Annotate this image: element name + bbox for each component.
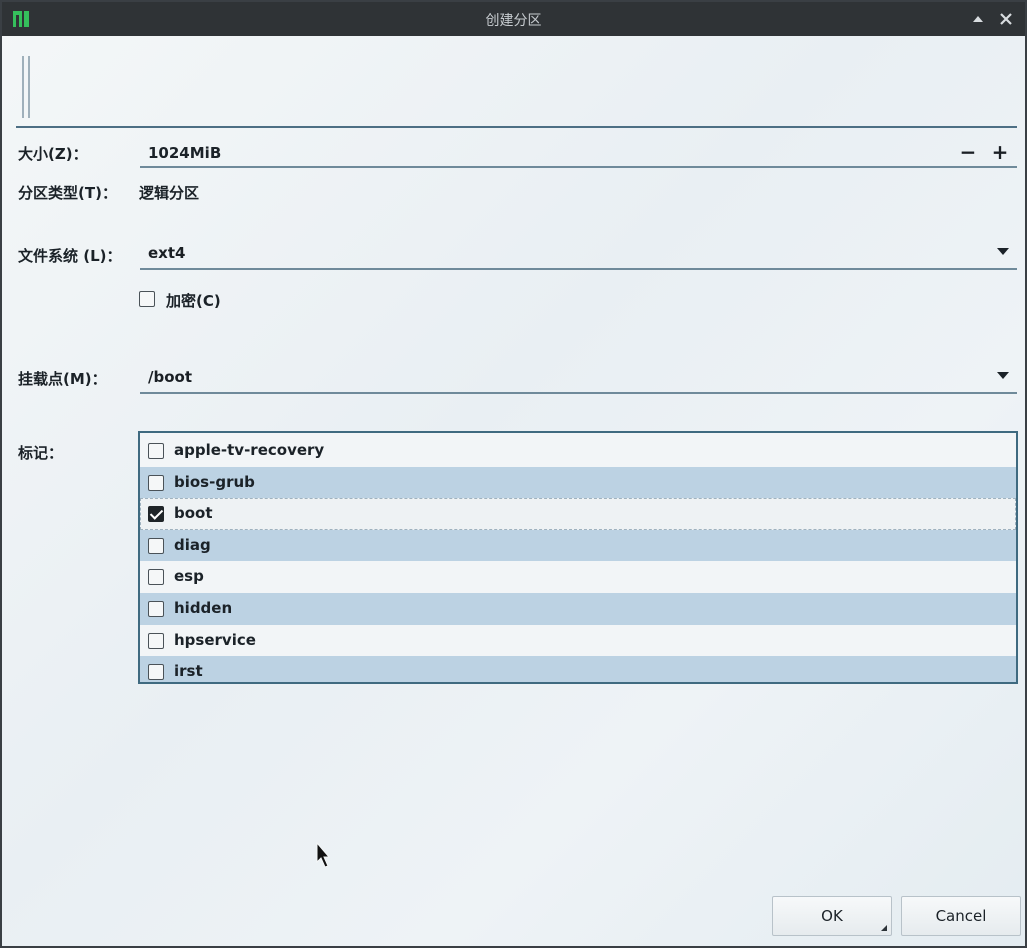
list-item[interactable]: esp xyxy=(140,561,1016,593)
flag-label: apple-tv-recovery xyxy=(174,441,325,459)
flag-checkbox[interactable] xyxy=(148,537,164,554)
flags-label: 标记： xyxy=(18,444,64,462)
partition-type-value: 逻辑分区 xyxy=(139,184,200,202)
list-item[interactable]: diag xyxy=(140,529,1016,562)
close-button[interactable] xyxy=(995,8,1017,30)
mouse-pointer-icon xyxy=(316,842,330,868)
size-input[interactable]: 1024MiB xyxy=(148,144,221,162)
filesystem-combobox[interactable]: ext4 xyxy=(140,238,1017,270)
size-input-underline xyxy=(140,166,1017,168)
chevron-down-icon xyxy=(997,372,1009,379)
filesystem-value: ext4 xyxy=(148,244,186,262)
mountpoint-combobox[interactable]: /boot xyxy=(140,362,1017,394)
size-increase-button[interactable]: + xyxy=(990,142,1010,162)
mountpoint-value: /boot xyxy=(148,368,192,386)
encrypt-label[interactable]: 加密(C) xyxy=(166,290,221,311)
flag-checkbox[interactable] xyxy=(148,443,164,459)
flag-checkbox[interactable] xyxy=(148,601,164,617)
list-item[interactable]: apple-tv-recovery xyxy=(140,435,1016,467)
list-item[interactable]: hidden xyxy=(140,593,1016,625)
filesystem-label: 文件系统 (L)： xyxy=(18,247,122,265)
flag-label: diag xyxy=(174,535,211,554)
list-item[interactable]: hpservice xyxy=(140,625,1016,657)
cancel-button-label: Cancel xyxy=(935,907,987,925)
maximize-button[interactable] xyxy=(967,8,989,30)
partition-type-label: 分区类型(T)： xyxy=(18,184,117,202)
flag-checkbox[interactable] xyxy=(148,569,164,586)
title-bar: 创建分区 xyxy=(2,2,1025,36)
window-title: 创建分区 xyxy=(485,13,542,29)
create-partition-dialog: 创建分区 大小(Z)： 1024MiB − + 分区类型(T)： 逻辑分区 文件… xyxy=(0,0,1027,948)
list-item[interactable]: irst xyxy=(140,656,1016,682)
splitter-handle[interactable] xyxy=(22,56,30,118)
flag-checkbox-checked[interactable] xyxy=(148,506,164,523)
flag-label: hpservice xyxy=(174,630,256,649)
list-item[interactable]: bios-grub xyxy=(140,466,1016,499)
mountpoint-label: 挂载点(M)： xyxy=(18,370,107,388)
chevron-down-icon xyxy=(997,248,1009,255)
cancel-button[interactable]: Cancel xyxy=(901,896,1021,936)
close-icon xyxy=(1000,13,1012,25)
flag-checkbox[interactable] xyxy=(148,632,164,649)
flag-label: boot xyxy=(174,504,213,523)
chevron-up-icon xyxy=(973,16,983,22)
flag-label: bios-grub xyxy=(174,472,255,491)
flag-label: hidden xyxy=(174,599,233,617)
size-decrease-button[interactable]: − xyxy=(958,142,978,162)
flag-label: irst xyxy=(174,662,203,681)
size-label: 大小(Z)： xyxy=(18,145,88,163)
flag-checkbox[interactable] xyxy=(148,474,164,491)
encrypt-checkbox[interactable] xyxy=(139,291,155,307)
flag-label: esp xyxy=(174,567,204,586)
ok-button-label: OK xyxy=(821,907,843,925)
default-indicator-icon xyxy=(881,925,887,931)
flags-list[interactable]: apple-tv-recovery bios-grub boot diag es… xyxy=(138,431,1018,684)
partition-preview-area xyxy=(16,48,1017,128)
ok-button[interactable]: OK xyxy=(772,896,892,936)
list-item[interactable]: boot xyxy=(140,498,1016,530)
flag-checkbox[interactable] xyxy=(148,664,164,681)
